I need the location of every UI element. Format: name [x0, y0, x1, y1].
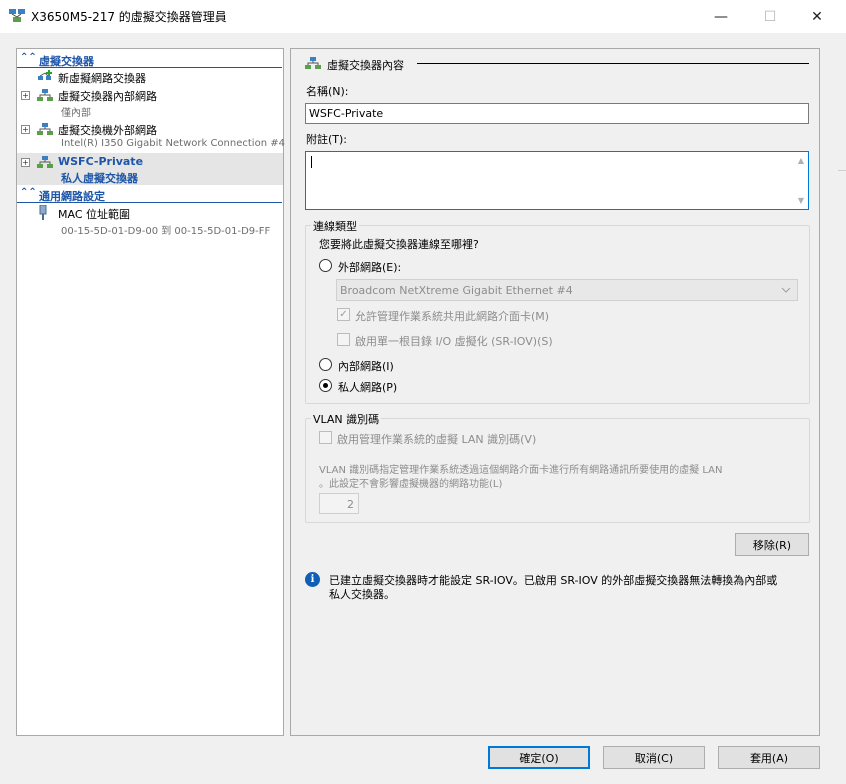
tree-item-subtitle: 00-15-5D-01-D9-00 到 00-15-5D-01-D9-FF — [61, 226, 271, 237]
tree-item-title: MAC 位址範圍 — [58, 208, 130, 221]
tree-item-title: 虛擬交換器內部網路 — [58, 90, 157, 103]
radio-selected-dot — [323, 383, 328, 388]
chevron-down-icon — [781, 287, 791, 293]
tree-item-new-switch[interactable]: 新虛擬網路交換器 — [17, 69, 283, 85]
network-switch-icon — [37, 123, 53, 135]
network-adapter-icon — [39, 205, 47, 220]
scroll-up-icon[interactable]: ▲ — [798, 156, 804, 165]
external-network-radio[interactable] — [319, 259, 332, 272]
network-switch-icon — [305, 57, 321, 69]
notes-textarea[interactable]: ▲ ▼ — [305, 151, 809, 210]
section-divider — [17, 202, 282, 203]
allow-management-os-checkbox[interactable]: ✓ — [337, 308, 350, 321]
cancel-button[interactable]: 取消(C) — [603, 746, 705, 769]
tree-item-title: WSFC-Private — [58, 155, 144, 168]
vlan-group-title: VLAN 識別碼 — [311, 411, 382, 427]
collapse-chevron-icon[interactable]: ⌃⌃ — [20, 187, 37, 198]
vlan-id-input[interactable]: 2 — [319, 493, 359, 514]
vlan-description-line-1: VLAN 識別碼指定管理作業系統透過這個網路介面卡進行所有網路通訊所要使用的虛擬… — [319, 465, 723, 476]
properties-header: 虛擬交換器內容 — [327, 59, 404, 72]
internal-network-radio[interactable] — [319, 358, 332, 371]
section-divider — [17, 67, 282, 68]
vlan-enable-label: 啟用管理作業系統的虛擬 LAN 識別碼(V) — [337, 433, 537, 446]
private-network-label: 私人網路(P) — [338, 381, 398, 394]
adapter-selected: Broadcom NetXtreme Gigabit Ethernet #4 — [340, 284, 573, 297]
tree-item-title: 虛擬交換機外部網路 — [58, 124, 157, 137]
notes-label: 附註(T): — [306, 133, 348, 146]
sriov-checkbox[interactable] — [337, 333, 350, 346]
tree-item-label: 新虛擬網路交換器 — [58, 72, 146, 85]
new-switch-icon — [38, 70, 52, 80]
info-text-line-1: 已建立虛擬交換器時才能設定 SR-IOV。已啟用 SR-IOV 的外部虛擬交換器… — [329, 574, 778, 587]
name-label: 名稱(N): — [306, 85, 349, 98]
adapter-dropdown[interactable]: Broadcom NetXtreme Gigabit Ethernet #4 — [336, 279, 798, 301]
vlan-id-value: 2 — [347, 498, 354, 511]
remove-button[interactable]: 移除(R) — [735, 533, 809, 556]
tree-item-internal-switch[interactable]: + 虛擬交換器內部網路 僅內部 — [17, 87, 283, 119]
tree-item-mac-range[interactable]: MAC 位址範圍 00-15-5D-01-D9-00 到 00-15-5D-01… — [17, 205, 283, 237]
private-network-radio[interactable] — [319, 379, 332, 392]
text-caret — [311, 156, 312, 168]
maximize-button[interactable]: ☐ — [750, 0, 790, 33]
section-virtual-switches[interactable]: ⌃⌃ 虛擬交換器 — [17, 51, 283, 68]
tree-item-wsfc-private[interactable]: + WSFC-Private 私人虛擬交換器 — [17, 153, 283, 185]
scroll-down-icon[interactable]: ▼ — [798, 196, 804, 205]
network-switch-icon — [37, 156, 53, 168]
window-title: X3650M5-217 的虛擬交換器管理員 — [31, 10, 227, 24]
expand-toggle-icon[interactable]: + — [21, 158, 30, 167]
tree-item-subtitle: 私人虛擬交換器 — [61, 172, 138, 185]
tree-item-subtitle: Intel(R) I350 Gigabit Network Connection… — [61, 138, 285, 149]
background-window-edge — [838, 170, 846, 171]
allow-management-os-label: 允許管理作業系統共用此網路介面卡(M) — [355, 310, 550, 323]
info-icon: i — [305, 572, 320, 587]
connection-question: 您要將此虛擬交換器連線至哪裡? — [319, 238, 479, 251]
switch-name-input[interactable] — [305, 103, 809, 124]
switch-properties-panel: 虛擬交換器內容 名稱(N): 附註(T): ▲ ▼ 連線類型 您要將此虛擬交換器… — [290, 48, 820, 736]
vlan-enable-checkbox[interactable] — [319, 431, 332, 444]
virtual-switch-manager-icon — [9, 9, 25, 22]
title-bar: X3650M5-217 的虛擬交換器管理員 — ☐ ✕ — [0, 0, 846, 33]
minimize-button[interactable]: — — [701, 0, 741, 33]
expand-toggle-icon[interactable]: + — [21, 91, 30, 100]
close-button[interactable]: ✕ — [797, 0, 837, 33]
internal-network-label: 內部網路(I) — [338, 360, 394, 373]
ok-button[interactable]: 確定(O) — [488, 746, 590, 769]
sriov-label: 啟用單一根目錄 I/O 虛擬化 (SR-IOV)(S) — [355, 335, 553, 348]
network-switch-icon — [37, 89, 53, 101]
apply-button[interactable]: 套用(A) — [718, 746, 820, 769]
connection-type-title: 連線類型 — [311, 218, 359, 234]
header-divider — [417, 63, 809, 64]
tree-item-subtitle: 僅內部 — [61, 108, 91, 119]
tree-item-external-switch[interactable]: + 虛擬交換機外部網路 Intel(R) I350 Gigabit Networ… — [17, 121, 285, 153]
vlan-description-line-2: 。此設定不會影響虛擬機器的網路功能(L) — [319, 479, 503, 490]
section-global-network-settings[interactable]: ⌃⌃ 通用網路設定 — [17, 186, 283, 203]
switch-tree-panel: ⌃⌃ 虛擬交換器 新虛擬網路交換器 + 虛擬交換器內部網路 僅內部 + 虛擬交換… — [16, 48, 285, 736]
collapse-chevron-icon[interactable]: ⌃⌃ — [20, 52, 37, 63]
expand-toggle-icon[interactable]: + — [21, 125, 30, 134]
external-network-label: 外部網路(E): — [338, 261, 402, 274]
info-text-line-2: 私人交換器。 — [329, 588, 395, 601]
